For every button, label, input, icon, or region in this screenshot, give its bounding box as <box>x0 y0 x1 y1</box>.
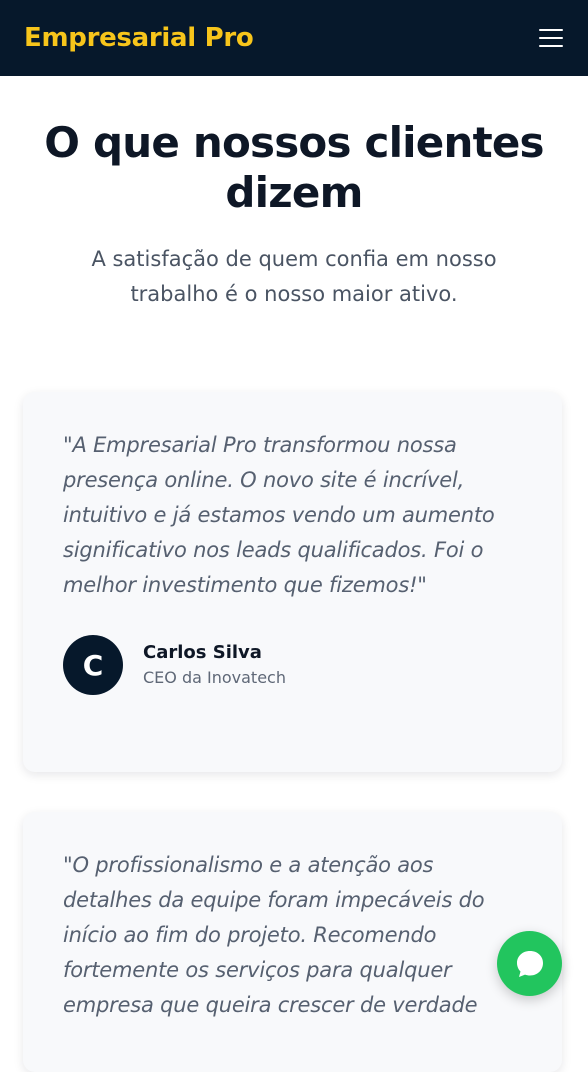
author-name: Carlos Silva <box>143 642 262 663</box>
author-info: Carlos Silva CEO da Inovatech <box>143 640 286 690</box>
testimonial-card: "A Empresarial Pro transformou nossa pre… <box>23 392 562 772</box>
avatar: C <box>63 635 123 695</box>
top-navbar: Empresarial Pro <box>0 0 588 76</box>
menu-line <box>539 45 563 47</box>
menu-line <box>539 29 563 31</box>
testimonial-quote: "O profissionalismo e a atenção aos deta… <box>63 853 485 1017</box>
testimonial-quote: "A Empresarial Pro transformou nossa pre… <box>63 433 495 597</box>
chat-bubble-icon <box>516 950 543 977</box>
brand-logo-text[interactable]: Empresarial Pro <box>24 23 254 53</box>
author-role: CEO da Inovatech <box>143 668 286 687</box>
section-title: O que nossos clientes dizem <box>44 118 544 217</box>
hamburger-menu-icon[interactable] <box>538 27 564 49</box>
testimonial-card: "O profissionalismo e a atenção aos deta… <box>23 812 562 1072</box>
testimonial-author: C Carlos Silva CEO da Inovatech <box>63 635 522 695</box>
chat-button[interactable] <box>497 931 562 996</box>
section-subtitle: A satisfação de quem confia em nosso tra… <box>91 247 497 306</box>
menu-line <box>539 37 563 39</box>
